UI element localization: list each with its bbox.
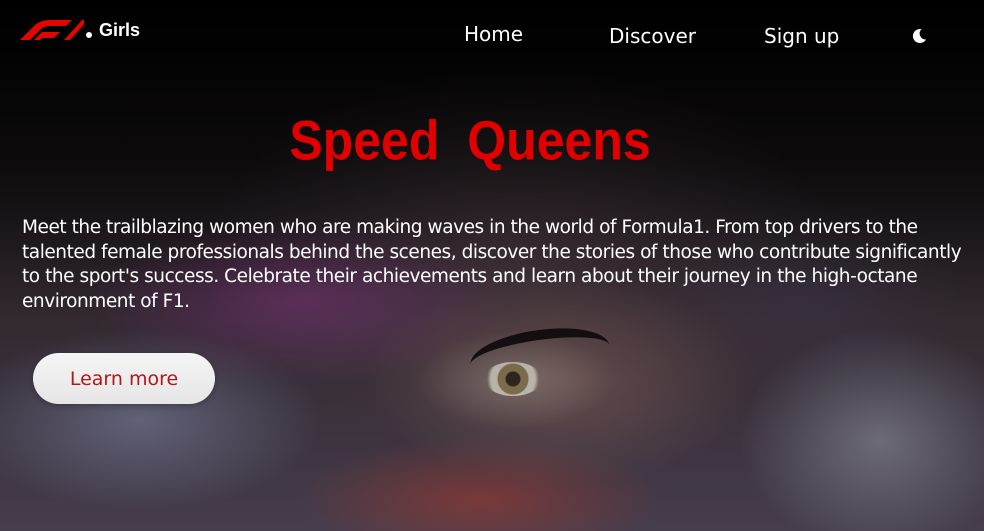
theme-toggle-button[interactable] (910, 27, 928, 45)
nav-discover-link[interactable]: Discover (609, 24, 696, 48)
hero-title: Speed Queens (289, 109, 651, 172)
navbar: Girls Home Discover Sign up (0, 0, 984, 70)
moon-icon (912, 29, 926, 44)
hero-description: Meet the trailblazing women who are maki… (22, 217, 962, 312)
learn-more-button[interactable]: Learn more (33, 353, 215, 404)
page: Girls Home Discover Sign up Speed Queens… (0, 0, 984, 531)
brand-logo-link[interactable]: Girls (20, 18, 140, 40)
brand-dot (86, 32, 92, 38)
f1-logo-icon (20, 20, 84, 40)
nav-home-link[interactable]: Home (464, 22, 523, 46)
nav-signup-link[interactable]: Sign up (764, 24, 839, 48)
brand-name: Girls (99, 20, 141, 40)
